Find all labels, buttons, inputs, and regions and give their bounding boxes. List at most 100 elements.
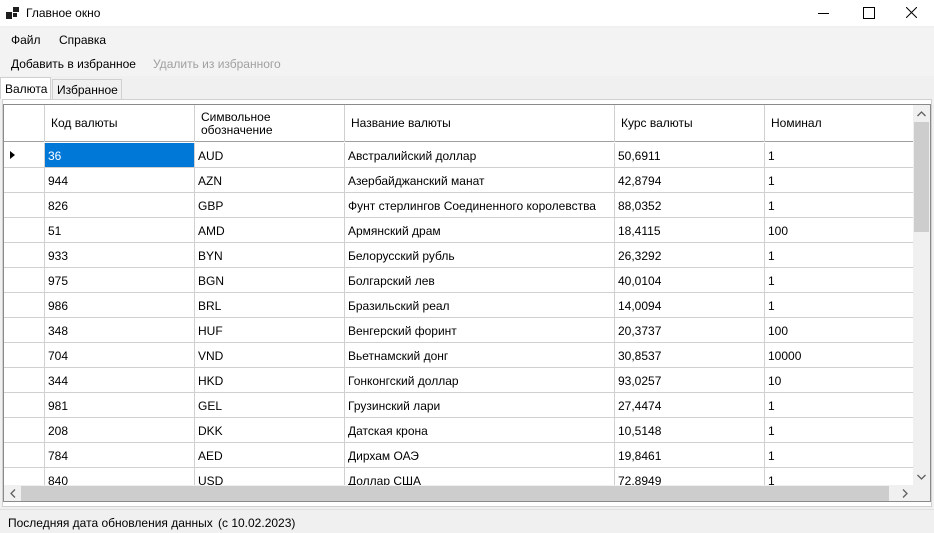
cell-rate[interactable]: 50,6911: [615, 143, 765, 168]
cell-rate[interactable]: 26,3292: [615, 243, 765, 268]
cell-symbol[interactable]: BGN: [195, 268, 345, 293]
row-header[interactable]: [4, 268, 45, 293]
scroll-down-arrow[interactable]: [913, 468, 930, 485]
remove-favorite-button[interactable]: Удалить из избранного: [153, 57, 281, 71]
cell-name[interactable]: Грузинский лари: [345, 393, 615, 418]
cell-code[interactable]: 51: [45, 218, 195, 243]
cell-symbol[interactable]: HUF: [195, 318, 345, 343]
cell-name[interactable]: Дирхам ОАЭ: [345, 443, 615, 468]
cell-symbol[interactable]: AZN: [195, 168, 345, 193]
cell-name[interactable]: Австралийский доллар: [345, 143, 615, 168]
cell-rate[interactable]: 40,0104: [615, 268, 765, 293]
cell-symbol[interactable]: AED: [195, 443, 345, 468]
table-row[interactable]: 975 BGN Болгарский лев 40,0104 1: [4, 268, 930, 293]
tab-currency[interactable]: Валюта: [0, 77, 51, 99]
cell-symbol[interactable]: GBP: [195, 193, 345, 218]
cell-rate[interactable]: 14,0094: [615, 293, 765, 318]
cell-code[interactable]: 981: [45, 393, 195, 418]
cell-symbol[interactable]: GEL: [195, 393, 345, 418]
vertical-scroll-thumb[interactable]: [914, 122, 929, 232]
table-row[interactable]: 704 VND Вьетнамский донг 30,8537 10000: [4, 343, 930, 368]
col-header-code[interactable]: Код валюты: [45, 105, 195, 142]
cell-code[interactable]: 986: [45, 293, 195, 318]
add-favorite-button[interactable]: Добавить в избранное: [11, 57, 136, 71]
row-header[interactable]: [4, 318, 45, 343]
cell-symbol[interactable]: AUD: [195, 143, 345, 168]
cell-rate[interactable]: 30,8537: [615, 343, 765, 368]
cell-name[interactable]: Датская крона: [345, 418, 615, 443]
row-header[interactable]: [4, 218, 45, 243]
table-row[interactable]: 986 BRL Бразильский реал 14,0094 1: [4, 293, 930, 318]
scroll-left-arrow[interactable]: [4, 485, 21, 501]
cell-name[interactable]: Фунт стерлингов Соединенного королевства: [345, 193, 615, 218]
close-button[interactable]: [888, 0, 934, 26]
horizontal-scroll-thumb[interactable]: [21, 486, 889, 501]
table-row[interactable]: 933 BYN Белорусский рубль 26,3292 1: [4, 243, 930, 268]
horizontal-scrollbar[interactable]: [4, 485, 913, 501]
table-row[interactable]: 944 AZN Азербайджанский манат 42,8794 1: [4, 168, 930, 193]
cell-rate[interactable]: 20,3737: [615, 318, 765, 343]
cell-symbol[interactable]: HKD: [195, 368, 345, 393]
cell-symbol[interactable]: AMD: [195, 218, 345, 243]
currency-grid[interactable]: Код валюты Символьное обозначение Назван…: [3, 104, 931, 502]
cell-name[interactable]: Азербайджанский манат: [345, 168, 615, 193]
cell-nominal[interactable]: 1: [765, 393, 913, 418]
row-header[interactable]: [4, 168, 45, 193]
menu-help[interactable]: Справка: [59, 33, 106, 47]
cell-code[interactable]: 933: [45, 243, 195, 268]
cell-nominal[interactable]: 1: [765, 293, 913, 318]
cell-code[interactable]: 36: [45, 143, 195, 168]
cell-name[interactable]: Болгарский лев: [345, 268, 615, 293]
row-header[interactable]: [4, 368, 45, 393]
table-row[interactable]: 826 GBP Фунт стерлингов Соединенного корол…: [4, 193, 930, 218]
cell-nominal[interactable]: 1: [765, 193, 913, 218]
table-row[interactable]: 36 AUD Австралийский доллар 50,6911 1: [4, 143, 930, 168]
cell-name[interactable]: Армянский драм: [345, 218, 615, 243]
cell-name[interactable]: Вьетнамский донг: [345, 343, 615, 368]
cell-name[interactable]: Бразильский реал: [345, 293, 615, 318]
scroll-up-arrow[interactable]: [913, 105, 930, 122]
cell-nominal[interactable]: 1: [765, 243, 913, 268]
table-row[interactable]: 208 DKK Датская крона 10,5148 1: [4, 418, 930, 443]
row-header[interactable]: [4, 293, 45, 318]
cell-rate[interactable]: 93,0257: [615, 368, 765, 393]
cell-nominal[interactable]: 10000: [765, 343, 913, 368]
cell-rate[interactable]: 18,4115: [615, 218, 765, 243]
table-row[interactable]: 784 AED Дирхам ОАЭ 19,8461 1: [4, 443, 930, 468]
cell-rate[interactable]: 42,8794: [615, 168, 765, 193]
cell-symbol[interactable]: BRL: [195, 293, 345, 318]
cell-nominal[interactable]: 1: [765, 443, 913, 468]
minimize-button[interactable]: [800, 0, 846, 26]
cell-code[interactable]: 348: [45, 318, 195, 343]
table-row[interactable]: 51 AMD Армянский драм 18,4115 100: [4, 218, 930, 243]
cell-code[interactable]: 944: [45, 168, 195, 193]
cell-code[interactable]: 344: [45, 368, 195, 393]
cell-rate[interactable]: 27,4474: [615, 393, 765, 418]
row-header[interactable]: [4, 443, 45, 468]
vertical-scrollbar[interactable]: [913, 105, 930, 485]
cell-nominal[interactable]: 1: [765, 418, 913, 443]
cell-symbol[interactable]: DKK: [195, 418, 345, 443]
cell-rate[interactable]: 19,8461: [615, 443, 765, 468]
cell-nominal[interactable]: 100: [765, 218, 913, 243]
row-header[interactable]: [4, 193, 45, 218]
col-header-nominal[interactable]: Номинал: [765, 105, 913, 142]
cell-nominal[interactable]: 1: [765, 268, 913, 293]
cell-code[interactable]: 208: [45, 418, 195, 443]
col-header-name[interactable]: Название валюты: [345, 105, 615, 142]
cell-code[interactable]: 826: [45, 193, 195, 218]
table-row[interactable]: 981 GEL Грузинский лари 27,4474 1: [4, 393, 930, 418]
tab-favorites[interactable]: Избранное: [52, 79, 122, 99]
cell-name[interactable]: Белорусский рубль: [345, 243, 615, 268]
maximize-button[interactable]: [846, 0, 892, 26]
cell-code[interactable]: 784: [45, 443, 195, 468]
table-row[interactable]: 344 HKD Гонконгский доллар 93,0257 10: [4, 368, 930, 393]
cell-nominal[interactable]: 10: [765, 368, 913, 393]
cell-nominal[interactable]: 100: [765, 318, 913, 343]
cell-rate[interactable]: 10,5148: [615, 418, 765, 443]
col-header-symbol[interactable]: Символьное обозначение: [195, 105, 345, 142]
col-header-rate[interactable]: Курс валюты: [615, 105, 765, 142]
row-header[interactable]: [4, 243, 45, 268]
menu-file[interactable]: Файл: [11, 33, 41, 47]
cell-symbol[interactable]: VND: [195, 343, 345, 368]
